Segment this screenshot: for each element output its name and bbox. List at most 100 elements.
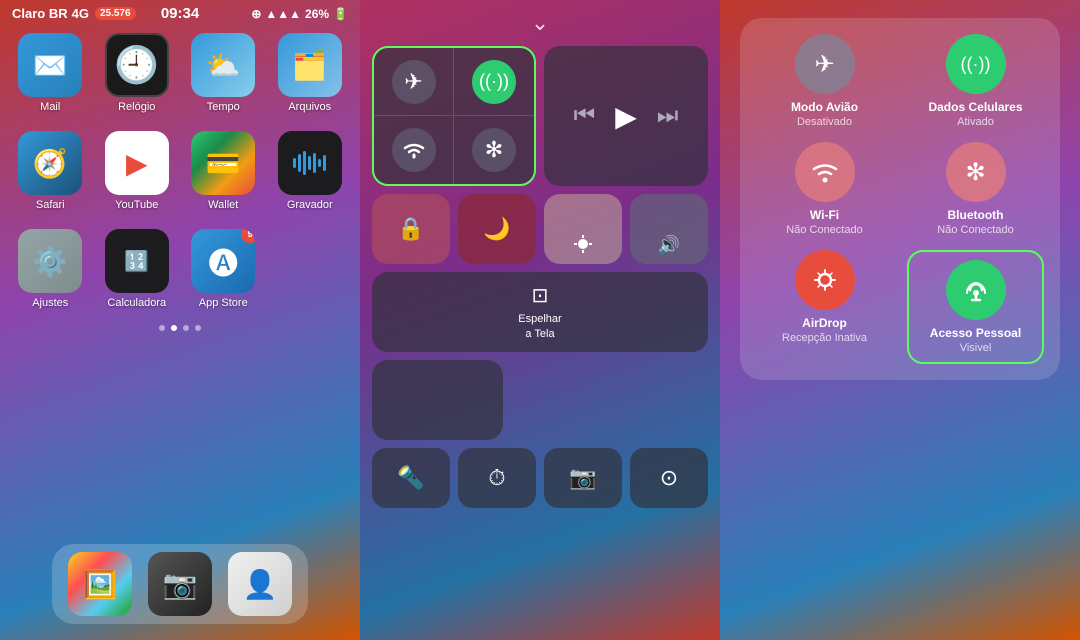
exp-cellular[interactable]: ((·)) Dados Celulares Ativado <box>907 34 1044 128</box>
status-bar: Claro BR 4G 25.576 09:34 ⊕ ▲▲▲ 26% 🔋 <box>0 0 360 23</box>
exp-airplane-sub: Desativado <box>797 116 852 128</box>
volume-icon: 🔊 <box>658 235 680 256</box>
app-clock[interactable]: 🕘 Relógio <box>103 33 172 113</box>
app-files[interactable]: 🗂️ Arquivos <box>276 33 345 113</box>
contacts-icon: 👤 <box>228 552 292 616</box>
cc-row2: 🔒 🌙 🔊 <box>372 194 708 264</box>
exp-wifi[interactable]: Wi-Fi Não Conectado <box>756 142 893 236</box>
app-weather[interactable]: ⛅ Tempo <box>189 33 258 113</box>
brightness-icon <box>573 234 593 256</box>
location-icon: ⊕ <box>251 7 261 21</box>
exp-hotspot-label: Acesso Pessoal <box>930 326 1021 340</box>
camera-btn[interactable]: 📷 <box>544 448 622 508</box>
app-grid: ✉️ Mail 🕘 Relógio ⛅ Tempo 🗂️ Arquivos 🧭 … <box>0 23 360 319</box>
files-label: Arquivos <box>288 101 331 113</box>
exp-airdrop-label: AirDrop <box>802 316 847 330</box>
exp-personal-hotspot[interactable]: Acesso Pessoal Visivel <box>907 250 1044 364</box>
dot-1 <box>171 325 177 331</box>
media-forward-btn[interactable]: ⏭ <box>657 102 679 130</box>
wifi-btn[interactable] <box>374 116 454 184</box>
youtube-label: YouTube <box>115 199 158 211</box>
app-settings[interactable]: ⚙️ Ajustes <box>16 229 85 309</box>
bluetooth-btn[interactable]: ✻ <box>454 116 534 184</box>
exp-cellular-icon: ((·)) <box>946 34 1006 94</box>
cc-chevron: ⌄ <box>531 10 549 35</box>
home-screen: Claro BR 4G 25.576 09:34 ⊕ ▲▲▲ 26% 🔋 ✉️ … <box>0 0 360 640</box>
exp-wifi-icon <box>795 142 855 202</box>
bluetooth-icon: ✻ <box>472 128 516 172</box>
safari-icon: 🧭 <box>18 131 82 195</box>
exp-bluetooth-icon: ✻ <box>946 142 1006 202</box>
voice-icon <box>278 131 342 195</box>
dock-contacts[interactable]: 👤 <box>228 552 292 616</box>
weather-label: Tempo <box>207 101 240 113</box>
dock-camera[interactable]: 📷 <box>148 552 212 616</box>
dock-photos[interactable]: 🖼️ <box>68 552 132 616</box>
app-voice[interactable]: Gravador <box>276 131 345 211</box>
wallet-label: Wallet <box>208 199 238 211</box>
exp-bluetooth-label: Bluetooth <box>948 208 1004 222</box>
photos-icon: 🖼️ <box>68 552 132 616</box>
expanded-control-panel: ✈ Modo Avião Desativado ((·)) Dados Celu… <box>720 0 1080 640</box>
volume-slider[interactable]: 🔊 <box>630 194 708 264</box>
files-icon: 🗂️ <box>278 33 342 97</box>
wallet-icon: 💳 <box>191 131 255 195</box>
appstore-icon: 9 🅐 <box>191 229 255 293</box>
calculator-label: Calculadora <box>107 297 166 309</box>
mail-icon: ✉️ <box>18 33 82 97</box>
control-center-panel: ⌄ ✈ ((·)) <box>360 0 720 640</box>
rotation-lock-btn[interactable]: 🔒 <box>372 194 450 264</box>
exp-wifi-sub: Não Conectado <box>786 224 862 236</box>
app-appstore[interactable]: 9 🅐 App Store <box>189 229 258 309</box>
settings-icon: ⚙️ <box>18 229 82 293</box>
exp-airdrop-icon <box>795 250 855 310</box>
app-mail[interactable]: ✉️ Mail <box>16 33 85 113</box>
exp-airdrop[interactable]: AirDrop Recepção Inativa <box>756 250 893 364</box>
dot-0 <box>159 325 165 331</box>
signal-icon: ▲▲▲ <box>265 7 301 21</box>
flashlight-btn[interactable]: 🔦 <box>372 448 450 508</box>
voice-label: Gravador <box>287 199 333 211</box>
airplay-btn[interactable]: ⊡ Espelhara Tela <box>372 272 708 352</box>
extra-block <box>372 360 503 440</box>
carrier-label: Claro BR <box>12 6 68 21</box>
media-block: ⏮ ▶ ⏭ <box>544 46 708 186</box>
exp-hotspot-icon <box>946 260 1006 320</box>
app-safari[interactable]: 🧭 Safari <box>16 131 85 211</box>
exp-cellular-sub: Ativado <box>957 116 994 128</box>
airplay-label: Espelhara Tela <box>518 312 561 341</box>
mail-count-badge: 25.576 <box>95 7 136 20</box>
expanded-grid: ✈ Modo Avião Desativado ((·)) Dados Celu… <box>756 34 1044 364</box>
clock-label: Relógio <box>118 101 155 113</box>
battery-icon: 🔋 <box>333 7 348 21</box>
app-wallet[interactable]: 💳 Wallet <box>189 131 258 211</box>
qr-btn[interactable]: ⊙ <box>630 448 708 508</box>
airplay-icon: ⊡ <box>532 283 549 308</box>
brightness-slider[interactable] <box>544 194 622 264</box>
connectivity-block[interactable]: ✈ ((·)) ✻ <box>372 46 536 186</box>
timer-btn[interactable]: ⏱ <box>458 448 536 508</box>
media-play-btn[interactable]: ▶ <box>615 100 637 133</box>
exp-airplane-label: Modo Avião <box>791 100 858 114</box>
airplane-icon: ✈ <box>392 60 436 104</box>
media-rewind-btn[interactable]: ⏮ <box>574 102 596 130</box>
safari-label: Safari <box>36 199 65 211</box>
status-time: 09:34 <box>161 5 199 22</box>
appstore-badge: 9 <box>241 229 255 243</box>
do-not-disturb-btn[interactable]: 🌙 <box>458 194 536 264</box>
app-youtube[interactable]: ▶ YouTube <box>103 131 172 211</box>
cc-body: ✈ ((·)) ✻ <box>360 36 720 518</box>
expanded-body: ✈ Modo Avião Desativado ((·)) Dados Celu… <box>720 0 1080 398</box>
calculator-icon: 🔢 <box>105 229 169 293</box>
airplane-mode-btn[interactable]: ✈ <box>374 48 454 116</box>
exp-bluetooth[interactable]: ✻ Bluetooth Não Conectado <box>907 142 1044 236</box>
cellular-btn[interactable]: ((·)) <box>454 48 534 116</box>
exp-airdrop-sub: Recepção Inativa <box>782 332 867 344</box>
app-calculator[interactable]: 🔢 Calculadora <box>103 229 172 309</box>
settings-label: Ajustes <box>32 297 68 309</box>
cellular-icon: ((·)) <box>472 60 516 104</box>
clock-icon: 🕘 <box>105 33 169 97</box>
dock: 🖼️ 📷 👤 <box>52 544 308 624</box>
exp-airplane[interactable]: ✈ Modo Avião Desativado <box>756 34 893 128</box>
network-label: 4G <box>72 6 89 21</box>
